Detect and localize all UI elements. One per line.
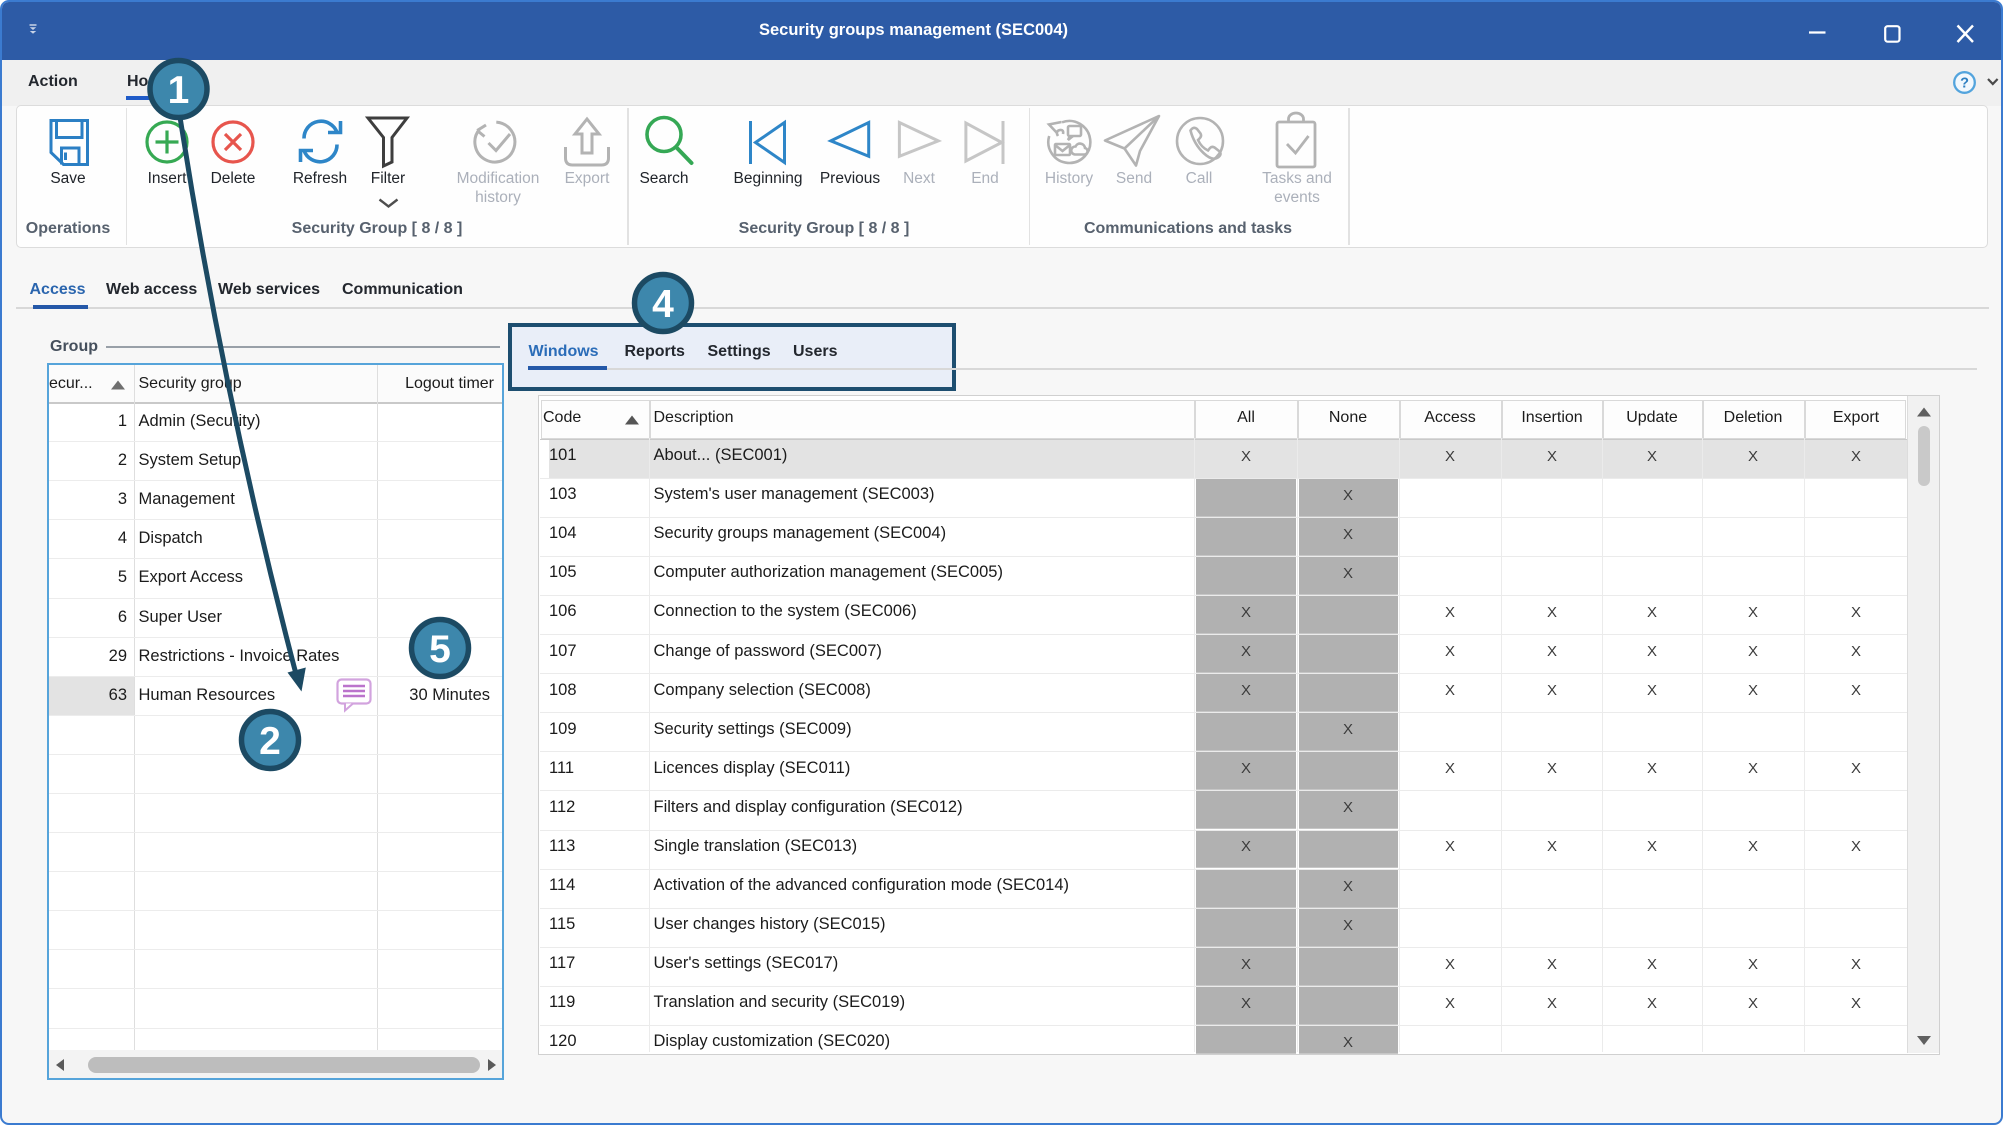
svg-text:1: 1 xyxy=(168,69,190,112)
svg-text:4: 4 xyxy=(652,283,674,326)
svg-text:5: 5 xyxy=(429,628,451,671)
svg-text:2: 2 xyxy=(259,720,281,763)
